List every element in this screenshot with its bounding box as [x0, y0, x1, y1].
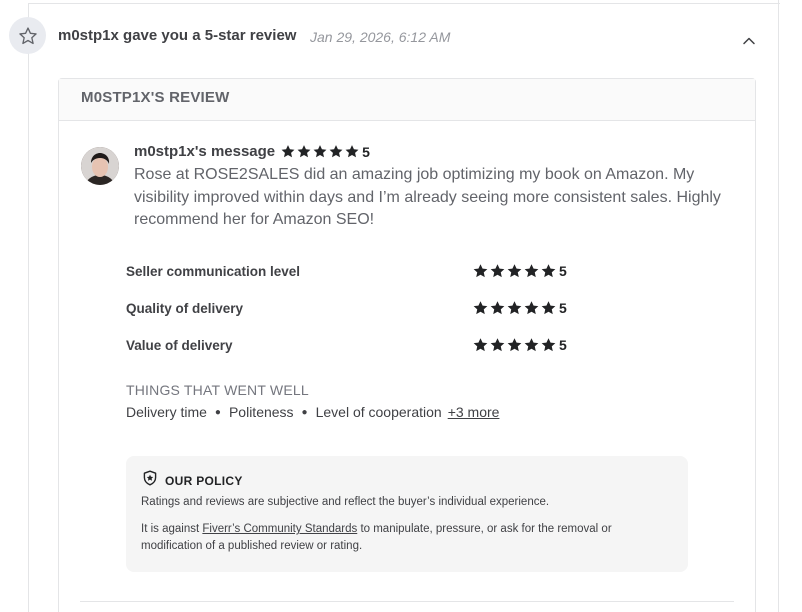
went-well-title: THINGS THAT WENT WELL: [126, 382, 309, 398]
avatar: [81, 147, 119, 185]
rating-value: 5: [559, 337, 567, 353]
chevron-up-icon[interactable]: [741, 33, 757, 49]
went-well-item: Delivery time: [126, 404, 207, 420]
star-filled-icon: [297, 145, 311, 158]
star-filled-icon: [490, 301, 505, 315]
separator-dot: ●: [214, 406, 221, 418]
star-filled-icon: [345, 145, 359, 158]
rating-row-communication: Seller communication level 5: [126, 263, 586, 283]
star-filled-icon: [541, 338, 556, 352]
star-filled-icon: [329, 145, 343, 158]
star-filled-icon: [490, 338, 505, 352]
review-heading: M0STP1X'S REVIEW: [59, 79, 755, 121]
rating-stars: [472, 300, 557, 316]
went-well-item: Level of cooperation: [315, 404, 442, 420]
went-well-item: Politeness: [228, 404, 294, 420]
overall-stars: [280, 144, 360, 159]
star-filled-icon: [473, 301, 488, 315]
rating-value: 5: [559, 300, 567, 316]
timeline-rail: [28, 4, 29, 612]
right-border: [778, 0, 779, 612]
star-filled-icon: [524, 301, 539, 315]
overall-rating-value: 5: [362, 143, 370, 160]
policy-text-standards: It is against Fiverr’s Community Standar…: [141, 521, 671, 555]
rating-label: Quality of delivery: [126, 301, 244, 316]
community-standards-link[interactable]: Fiverr’s Community Standards: [202, 523, 357, 535]
star-filled-icon: [541, 264, 556, 278]
top-divider: [28, 0, 780, 4]
policy-header: OUR POLICY: [142, 470, 243, 491]
star-filled-icon: [507, 264, 522, 278]
message-author-label: m0stp1x's message: [134, 143, 276, 160]
star-filled-icon: [507, 301, 522, 315]
rating-label: Value of delivery: [126, 338, 233, 353]
policy-text: Ratings and reviews are subjective and r…: [141, 496, 550, 508]
rating-stars: [472, 263, 557, 279]
rating-row-value: Value of delivery 5: [126, 337, 586, 357]
rating-stars-group: 5: [472, 300, 567, 316]
policy-title: OUR POLICY: [165, 473, 243, 488]
review-date: Jan 29, 2026, 6:12 AM: [310, 29, 451, 45]
policy-text-prefix: It is against: [141, 523, 203, 535]
separator-dot: ●: [301, 406, 308, 418]
star-filled-icon: [541, 301, 556, 315]
star-outline-icon: [9, 17, 46, 54]
star-filled-icon: [490, 264, 505, 278]
rating-value: 5: [559, 263, 567, 279]
star-filled-icon: [473, 338, 488, 352]
show-more-link[interactable]: +3 more: [448, 404, 500, 420]
star-filled-icon: [524, 338, 539, 352]
rating-stars-group: 5: [472, 263, 567, 279]
section-divider: [80, 601, 734, 602]
star-filled-icon: [313, 145, 327, 158]
review-message: Rose at ROSE2SALES did an amazing job op…: [134, 166, 721, 228]
review-notification-title: m0stp1x gave you a 5-star review: [58, 27, 297, 44]
rating-stars-group: 5: [472, 337, 567, 353]
star-filled-icon: [524, 264, 539, 278]
star-filled-icon: [473, 264, 488, 278]
rating-row-quality: Quality of delivery 5: [126, 300, 586, 320]
star-filled-icon: [507, 338, 522, 352]
went-well-list: Delivery time ● Politeness ● Level of co…: [126, 404, 499, 420]
star-filled-icon: [281, 145, 295, 158]
rating-stars: [472, 337, 557, 353]
shield-star-icon: [142, 470, 158, 491]
message-header: m0stp1x's message 5: [134, 143, 370, 160]
rating-label: Seller communication level: [126, 264, 301, 279]
policy-box: OUR POLICY Ratings and reviews are subje…: [126, 456, 688, 572]
